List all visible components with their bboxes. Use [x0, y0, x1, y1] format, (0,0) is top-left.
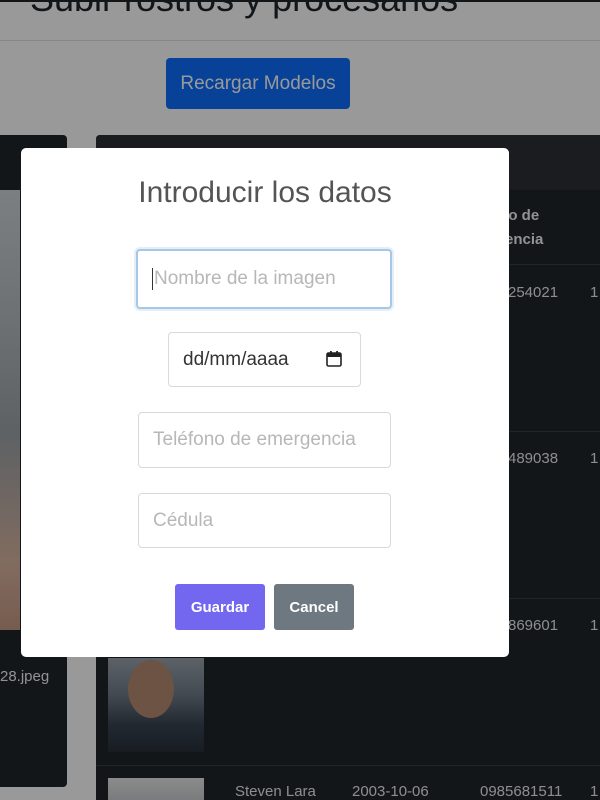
- calendar-icon[interactable]: [326, 350, 342, 367]
- text-caret: [152, 268, 153, 290]
- image-name-placeholder: Nombre de la imagen: [154, 268, 336, 289]
- id-number-input[interactable]: Cédula: [138, 493, 391, 548]
- id-number-placeholder: Cédula: [153, 509, 214, 531]
- data-entry-modal: Introducir los datos Nombre de la imagen…: [21, 148, 509, 657]
- cancel-button[interactable]: Cancel: [274, 584, 354, 630]
- modal-title: Introducir los datos: [138, 176, 392, 209]
- emergency-phone-placeholder: Teléfono de emergencia: [153, 429, 356, 450]
- save-button[interactable]: Guardar: [175, 584, 265, 630]
- emergency-phone-input[interactable]: Teléfono de emergencia: [138, 412, 391, 468]
- image-name-input[interactable]: Nombre de la imagen: [136, 249, 392, 309]
- date-placeholder: dd/mm/aaaa: [183, 348, 289, 370]
- date-input[interactable]: dd/mm/aaaa: [168, 332, 361, 387]
